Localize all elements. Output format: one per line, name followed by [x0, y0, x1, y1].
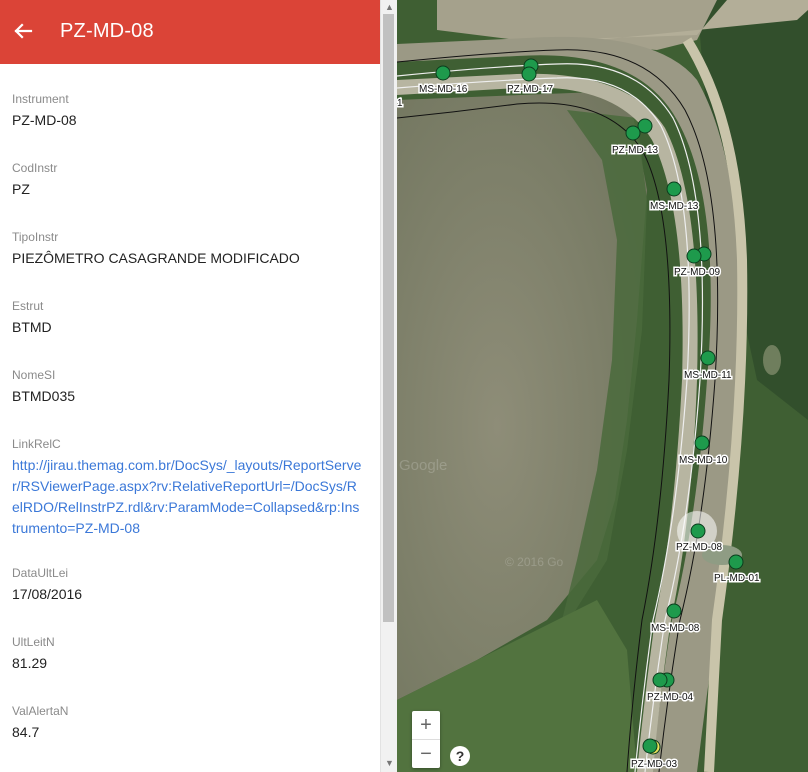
help-button[interactable]: ? [450, 746, 470, 766]
marker-dot[interactable] [686, 248, 702, 264]
scroll-up-arrow-icon[interactable]: ▲ [385, 2, 394, 12]
field-value: 81.29 [12, 655, 48, 671]
marker-dot[interactable] [435, 65, 451, 81]
field-nomesi: NomeSI BTMD035 [12, 368, 362, 437]
copyright-text: © 2016 Go [505, 555, 564, 569]
field-value: PIEZÔMETRO CASAGRANDE MODIFICADO [12, 250, 300, 266]
field-ultleitn: UltLeitN 81.29 [12, 635, 362, 704]
attribute-list: Instrument PZ-MD-08 CodInstr PZ TipoInst… [12, 92, 362, 772]
field-label: UltLeitN [12, 635, 55, 649]
marker-label: MS-MD-10 [679, 455, 728, 466]
field-label: Estrut [12, 299, 44, 313]
panel-scrollbar[interactable]: ▲ ▼ [380, 0, 397, 772]
marker-label: PZ-MD-09 [674, 267, 721, 278]
marker-dot[interactable] [666, 181, 682, 197]
marker-label: PZ-MD-03 [631, 759, 678, 770]
report-link[interactable]: http://jirau.themag.com.br/DocSys/_layou… [12, 455, 362, 539]
marker-label: MS-MD-13 [650, 201, 699, 212]
field-label: NomeSI [12, 368, 56, 382]
marker-dot[interactable] [625, 125, 641, 141]
field-label: CodInstr [12, 161, 58, 175]
edge-label: 1 [397, 98, 403, 109]
field-instrument: Instrument PZ-MD-08 [12, 92, 362, 161]
marker-dot[interactable] [728, 554, 744, 570]
google-watermark: Google [399, 457, 447, 474]
field-label: LinkRelC [12, 437, 61, 451]
field-tipoinstr: TipoInstr PIEZÔMETRO CASAGRANDE MODIFICA… [12, 230, 362, 299]
zoom-control: + − [412, 711, 440, 768]
marker-dot[interactable] [666, 603, 682, 619]
field-value: BTMD [12, 319, 52, 335]
scroll-thumb[interactable] [383, 14, 394, 622]
field-dataultlei: DataUltLei 17/08/2016 [12, 566, 362, 635]
field-label: Instrument [12, 92, 69, 106]
zoom-out-button[interactable]: − [412, 740, 440, 768]
field-codinstr: CodInstr PZ [12, 161, 362, 230]
marker-label: MS-MD-16 [419, 84, 468, 95]
info-panel: PZ-MD-08 Instrument PZ-MD-08 CodInstr PZ… [0, 0, 380, 772]
marker-dot[interactable] [521, 66, 537, 82]
marker-label: PL-MD-01 [714, 573, 760, 584]
map-view[interactable]: Google © 2016 Go 1 MS-MD-16 PZ-MD-17 PZ-… [397, 0, 808, 772]
field-linkrelc: LinkRelC http://jirau.themag.com.br/DocS… [12, 437, 362, 566]
marker-label: PZ-MD-17 [507, 84, 554, 95]
field-value: 17/08/2016 [12, 586, 83, 602]
back-button[interactable] [10, 18, 36, 44]
field-estrut: Estrut BTMD [12, 299, 362, 368]
field-valalertan: ValAlertaN 84.7 [12, 704, 362, 772]
marker-dot[interactable] [652, 672, 668, 688]
zoom-in-button[interactable]: + [412, 711, 440, 740]
panel-title: PZ-MD-08 [60, 20, 154, 42]
marker-label: PZ-MD-08 [676, 542, 723, 553]
field-label: TipoInstr [12, 230, 59, 244]
marker-label: PZ-MD-13 [612, 145, 659, 156]
marker-dot[interactable] [700, 350, 716, 366]
field-value: BTMD035 [12, 388, 76, 404]
field-value: PZ [12, 181, 30, 197]
marker-dot[interactable] [642, 738, 658, 754]
field-value: PZ-MD-08 [12, 112, 77, 128]
arrow-left-icon [14, 23, 33, 39]
marker-label: PZ-MD-04 [647, 692, 694, 703]
satellite-map[interactable]: Google © 2016 Go 1 MS-MD-16 PZ-MD-17 PZ-… [397, 0, 808, 772]
field-label: ValAlertaN [12, 704, 69, 718]
marker-label: MS-MD-08 [651, 623, 700, 634]
scroll-down-arrow-icon[interactable]: ▼ [385, 758, 394, 768]
marker-dot[interactable] [690, 523, 706, 539]
marker-dot[interactable] [694, 435, 710, 451]
field-value: 84.7 [12, 724, 40, 740]
panel-header: PZ-MD-08 [0, 0, 380, 64]
field-label: DataUltLei [12, 566, 69, 580]
marker-label: MS-MD-11 [684, 370, 732, 381]
